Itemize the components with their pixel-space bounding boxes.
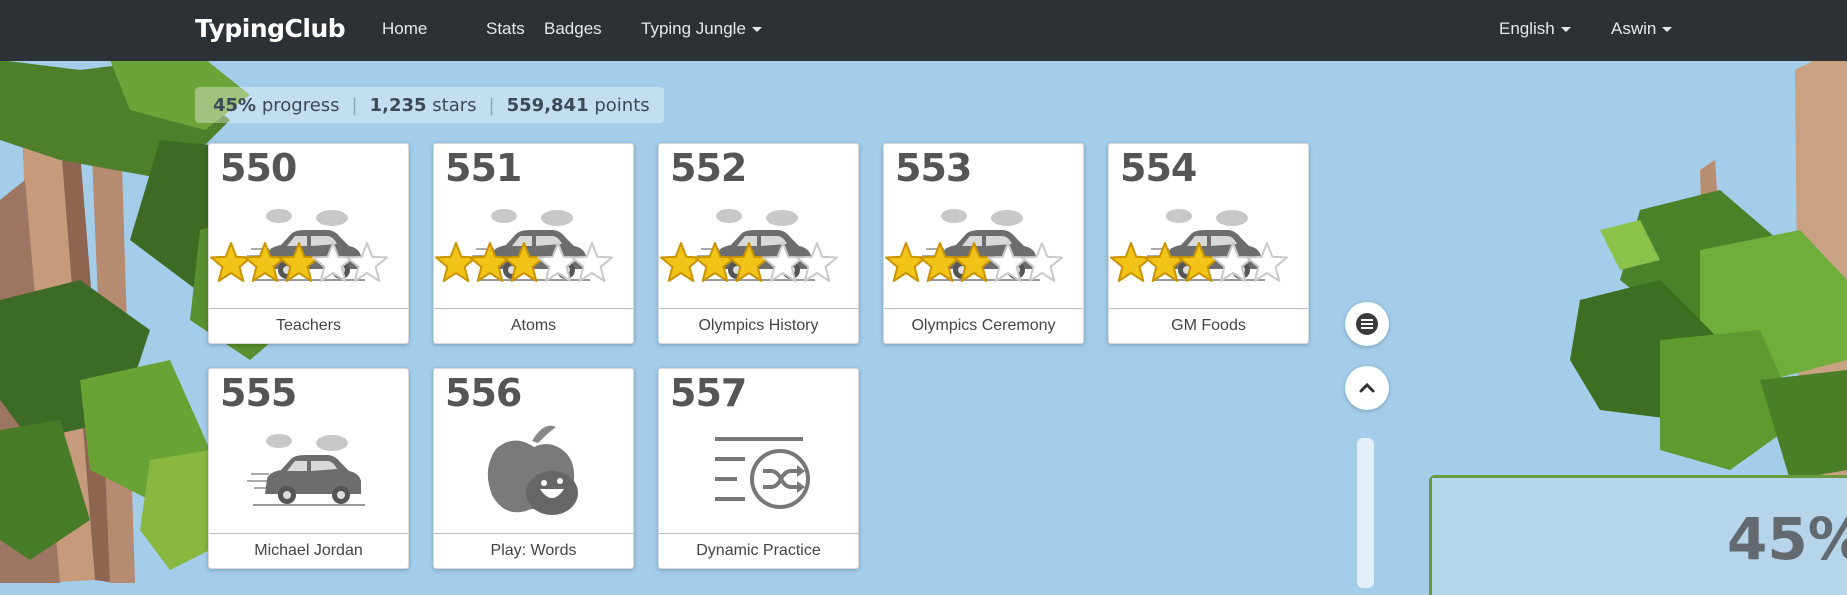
lesson-number: 553 [895,146,972,190]
star-rating [885,242,1063,282]
stats-divider: | [488,94,495,116]
lesson-art [209,419,408,519]
lesson-card[interactable]: 554 GM Foods [1108,143,1309,344]
typing-jungle-label: Typing Jungle [641,19,746,38]
lesson-number: 557 [670,371,747,415]
nav-home-link[interactable]: Home [382,19,427,39]
lesson-art [659,194,858,294]
apple-game-icon [487,425,578,515]
car-icon [247,434,365,506]
lesson-title: Dynamic Practice [659,533,858,568]
lesson-card[interactable]: 550 Teachers [208,143,409,344]
star-filled-icon [435,242,477,282]
language-label: English [1499,19,1555,38]
lesson-card[interactable]: 552 Olympics History [658,143,859,344]
lesson-title: Olympics History [659,308,858,343]
stats-divider: | [351,94,358,116]
lesson-art [434,419,633,519]
lesson-number: 556 [445,371,522,415]
lesson-title: Play: Words [434,533,633,568]
lesson-number: 554 [1120,146,1197,190]
lesson-title: Michael Jordan [209,533,408,568]
progress-value: 45% [213,94,257,116]
lesson-title: Atoms [434,308,633,343]
lesson-number: 552 [670,146,747,190]
lesson-card[interactable]: 555 Michael Jordan [208,368,409,569]
lesson-number: 551 [445,146,522,190]
star-rating [210,242,388,282]
nav-badges-link[interactable]: Badges [544,19,602,39]
lesson-title: Teachers [209,308,408,343]
lesson-card[interactable]: 551 Atoms [433,143,634,344]
progress-label: progress [261,94,340,116]
user-menu-dropdown[interactable]: Aswin [1611,19,1673,39]
star-filled-icon [885,242,927,282]
lesson-title: GM Foods [1109,308,1308,343]
points-value: 559,841 [506,94,589,116]
language-dropdown[interactable]: English [1499,19,1571,39]
menu-icon [1356,313,1378,335]
star-rating [435,242,613,282]
lesson-card[interactable]: 553 Olympics Ceremony [883,143,1084,344]
points-label: points [594,94,650,116]
star-filled-icon [660,242,702,282]
lesson-card[interactable]: 556 Play: Words [433,368,634,569]
progress-stats-bar: 45% progress | 1,235 stars | 559,841 poi… [195,87,664,123]
nav-stats-link[interactable]: Stats [486,19,525,39]
menu-button[interactable] [1345,302,1389,346]
star-filled-icon [1110,242,1152,282]
lesson-art [209,194,408,294]
stars-label: stars [432,94,477,116]
lesson-art [434,194,633,294]
preview-percent: 45% [1727,505,1847,573]
top-navbar: TypingClub Home Stats Badges Typing Jung… [0,0,1847,61]
nav-typing-jungle-dropdown[interactable]: Typing Jungle [641,19,762,39]
lesson-art [884,194,1083,294]
brand-logo[interactable]: TypingClub [195,14,346,43]
lesson-card[interactable]: 557 Dynamic Practice [658,368,859,569]
lesson-number: 550 [220,146,297,190]
chevron-up-icon [1359,382,1375,393]
star-rating [1110,242,1288,282]
lesson-title: Olympics Ceremony [884,308,1083,343]
caret-down-icon [1560,27,1571,33]
lesson-number: 555 [220,371,297,415]
star-filled-icon [210,242,252,282]
caret-down-icon [751,27,762,33]
lesson-art [659,419,858,519]
scroll-up-button[interactable] [1345,366,1389,410]
stars-value: 1,235 [369,94,427,116]
star-rating [660,242,838,282]
caret-down-icon [1662,27,1673,33]
lesson-art [1109,194,1308,294]
user-name: Aswin [1611,19,1657,38]
scrollbar-track[interactable] [1357,438,1374,588]
shuffle-list-icon [715,437,810,509]
